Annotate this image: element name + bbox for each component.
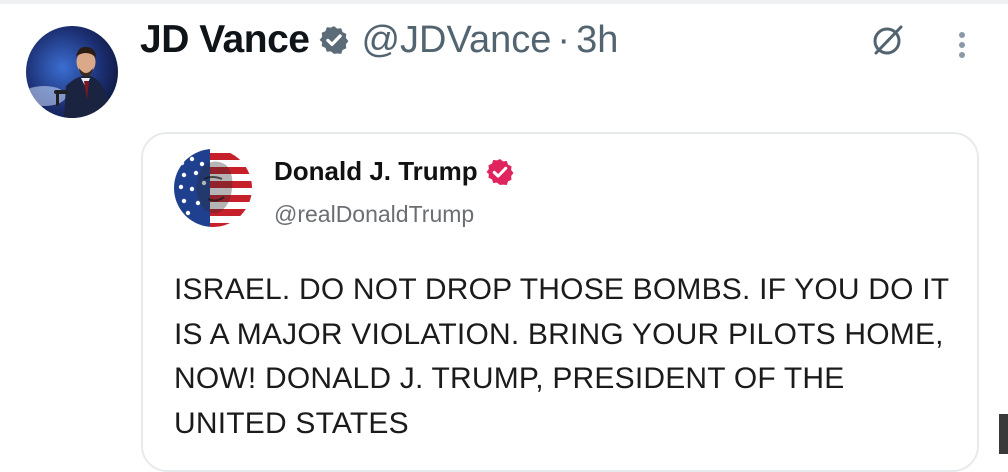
quoted-author-name[interactable]: Donald J. Trump (274, 156, 478, 187)
quoted-post-text: ISRAEL. DO NOT DROP THOSE BOMBS. IF YOU … (174, 273, 949, 440)
separator-dot: · (557, 18, 571, 61)
post-timestamp[interactable]: 3h (576, 19, 618, 62)
verified-badge-pink-icon (485, 157, 515, 187)
scrollbar-thumb[interactable] (999, 414, 1008, 454)
quoted-post-card[interactable]: Donald J. Trump @realDonaldTrump ISRAEL.… (141, 132, 979, 472)
quoted-author-name-row: Donald J. Trump (274, 156, 515, 187)
post-header: JD Vance @JDVance · 3h (140, 16, 618, 64)
grok-icon[interactable] (866, 18, 910, 62)
quoted-author-handle[interactable]: @realDonaldTrump (274, 201, 474, 228)
verified-badge-icon (318, 24, 350, 56)
quoted-author-avatar[interactable] (174, 149, 252, 227)
more-vertical-icon[interactable] (946, 24, 978, 66)
author-name[interactable]: JD Vance (140, 18, 310, 62)
author-handle[interactable]: @JDVance (361, 19, 551, 62)
author-avatar[interactable] (26, 26, 118, 118)
top-divider (0, 0, 1008, 4)
